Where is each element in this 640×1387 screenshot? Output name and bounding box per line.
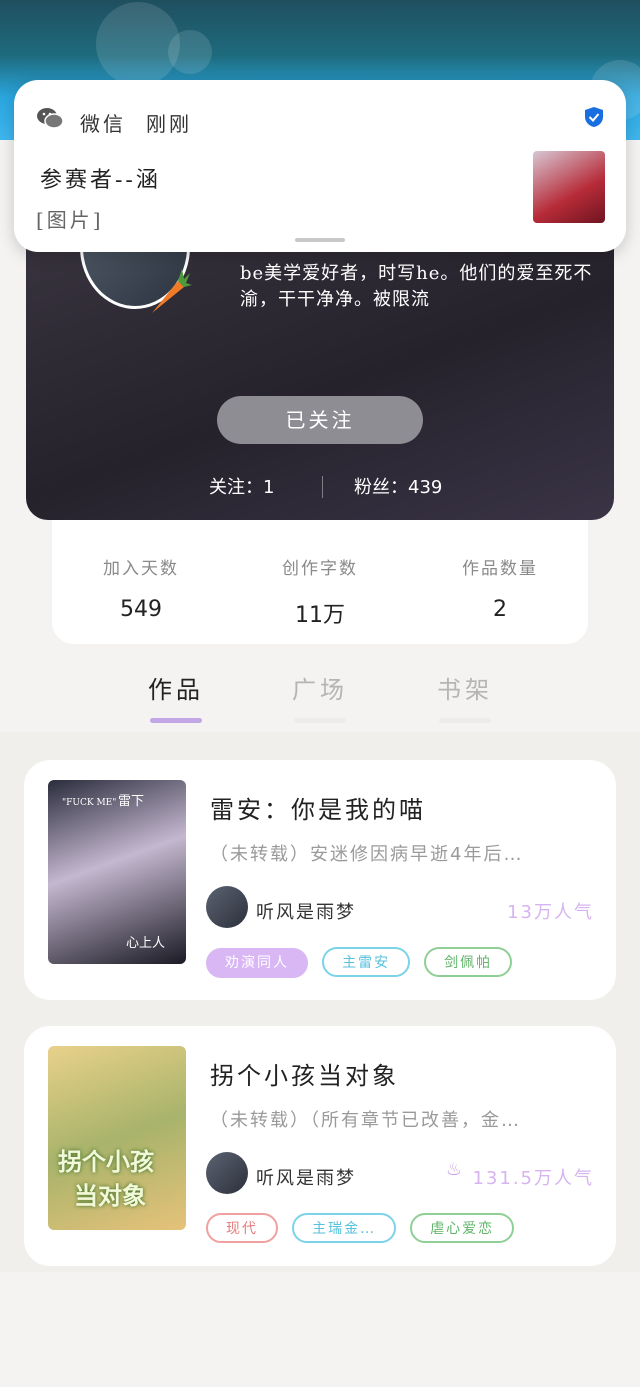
tag[interactable]: 剑佩帕: [424, 947, 513, 977]
stat-value: 11万: [295, 603, 345, 628]
tag-list: 劝演同人 主雷安 剑佩帕: [206, 947, 521, 978]
bubble-decoration: [96, 2, 180, 86]
profile-bio: be美学爱好者，时写he。他们的爱至死不渝，干干净净。被限流: [240, 263, 593, 310]
cover-text: 雷下: [118, 794, 145, 809]
following-count[interactable]: 关注：1: [209, 473, 274, 499]
active-tab-indicator: [150, 718, 202, 723]
popularity-count: 13万人气: [507, 902, 594, 923]
work-card[interactable]: 拐个小孩 当对象 拐个小孩当对象 （未转载）（所有章节已改善，金… 听风是雨梦 …: [24, 1026, 616, 1266]
notification-sender: 参赛者--涵: [40, 168, 161, 193]
stat-label: 加入天数: [103, 559, 179, 579]
cover-text: 心上人: [126, 936, 166, 951]
stat-word-count: 创作字数 11万: [245, 554, 395, 629]
tag[interactable]: 主雷安: [322, 947, 411, 977]
tab-indicator: [294, 718, 346, 723]
tag[interactable]: 虐心爱恋: [410, 1213, 515, 1243]
cover-text: 当对象: [74, 1181, 146, 1210]
wechat-icon: [37, 108, 64, 129]
cover-text: "FUCK ME": [62, 798, 117, 808]
author-name[interactable]: 听风是雨梦: [256, 898, 356, 924]
stat-work-count: 作品数量 2: [425, 554, 575, 622]
notification-image-thumbnail[interactable]: [533, 151, 605, 223]
tag[interactable]: 主瑞金…: [292, 1213, 397, 1243]
followed-button[interactable]: 已关注: [217, 396, 423, 444]
work-title[interactable]: 雷安：你是我的喵: [210, 790, 426, 825]
work-cover[interactable]: 雷下 "FUCK ME" 心上人: [48, 780, 186, 964]
author-avatar[interactable]: [206, 886, 248, 928]
notification-time: 刚刚: [146, 112, 192, 136]
popularity-count: 131.5万人气: [472, 1168, 594, 1189]
work-card[interactable]: 雷下 "FUCK ME" 心上人 雷安：你是我的喵 （未转载）安迷修因病早逝4年…: [24, 760, 616, 1000]
tab-label: 书架: [437, 676, 493, 704]
work-title[interactable]: 拐个小孩当对象: [210, 1056, 399, 1091]
stat-value: 2: [493, 597, 507, 622]
tab-label: 作品: [148, 676, 204, 704]
fans-count[interactable]: 粉丝：439: [354, 473, 442, 499]
bubble-decoration: [168, 30, 212, 74]
work-description: （未转载）安迷修因病早逝4年后…: [210, 844, 524, 865]
tab-works[interactable]: 作品: [126, 670, 226, 723]
tab-label: 广场: [292, 676, 348, 704]
shield-check-icon: [585, 107, 603, 127]
wechat-notification[interactable]: 微信 刚刚 参赛者--涵 [图片]: [14, 80, 626, 252]
tab-indicator: [439, 718, 491, 723]
tag-list: 现代 主瑞金… 虐心爱恋: [206, 1213, 523, 1243]
work-description: （未转载）（所有章节已改善，金…: [210, 1110, 521, 1131]
stat-label: 作品数量: [462, 559, 538, 579]
tag[interactable]: 现代: [206, 1213, 278, 1243]
notification-body: [图片]: [36, 208, 104, 232]
stat-value: 549: [120, 597, 162, 622]
count-divider: [322, 476, 323, 498]
tab-square[interactable]: 广场: [270, 670, 370, 723]
stat-join-days: 加入天数 549: [66, 554, 216, 622]
profile-card: be美学爱好者，时写he。他们的爱至死不渝，干干净净。被限流 已关注 关注：1 …: [26, 215, 614, 520]
stat-label: 创作字数: [282, 559, 358, 579]
tag[interactable]: 劝演同人: [206, 948, 308, 978]
author-name[interactable]: 听风是雨梦: [256, 1164, 356, 1190]
notification-app-name: 微信: [80, 112, 126, 136]
flame-icon: ♨: [445, 1159, 462, 1180]
cover-text: 拐个小孩: [58, 1147, 154, 1176]
work-cover[interactable]: 拐个小孩 当对象: [48, 1046, 186, 1230]
tab-bookshelf[interactable]: 书架: [415, 670, 515, 723]
author-avatar[interactable]: [206, 1152, 248, 1194]
notification-drag-handle[interactable]: [295, 238, 345, 242]
profile-tabs: 作品 广场 书架: [0, 662, 640, 732]
follow-counts: 关注：1 粉丝：439: [26, 473, 614, 503]
carrot-icon: [152, 269, 192, 313]
stats-card: 加入天数 549 创作字数 11万 作品数量 2: [52, 520, 588, 644]
